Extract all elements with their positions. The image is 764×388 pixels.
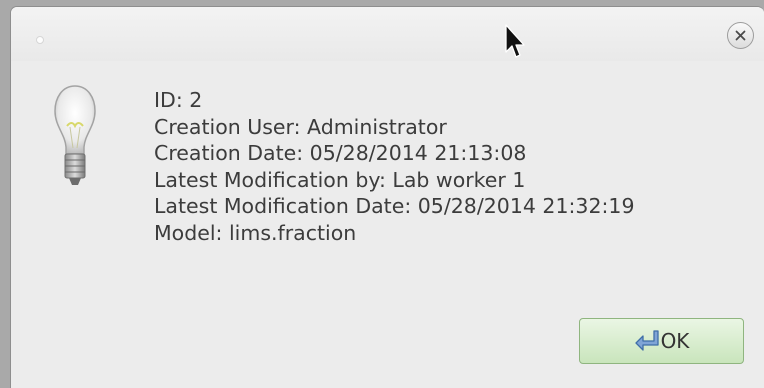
ok-button[interactable]: OK (579, 318, 744, 364)
window-dot-icon (36, 36, 44, 44)
info-creation-user: Creation User: Administrator (154, 114, 447, 139)
record-info: ID: 2 Creation User: Administrator Creat… (154, 87, 635, 246)
info-modification-date: Latest Modification Date: 05/28/2014 21:… (154, 194, 635, 218)
dialog-titlebar[interactable] (11, 7, 764, 61)
info-model: Model: lims.fraction (154, 220, 357, 245)
mouse-pointer-icon (505, 24, 527, 64)
ok-arrow-icon (634, 329, 660, 355)
info-dialog: ID: 2 Creation User: Administrator Creat… (10, 6, 764, 388)
info-creation-date: Creation Date: 05/28/2014 21:13:08 (154, 141, 527, 165)
info-id: ID: 2 (154, 88, 203, 112)
close-icon (735, 30, 746, 41)
info-modified-by: Latest Modification by: Lab worker 1 (154, 167, 526, 192)
close-button[interactable] (727, 22, 754, 49)
lightbulb-icon (53, 84, 97, 196)
ok-button-label: OK (660, 329, 690, 353)
